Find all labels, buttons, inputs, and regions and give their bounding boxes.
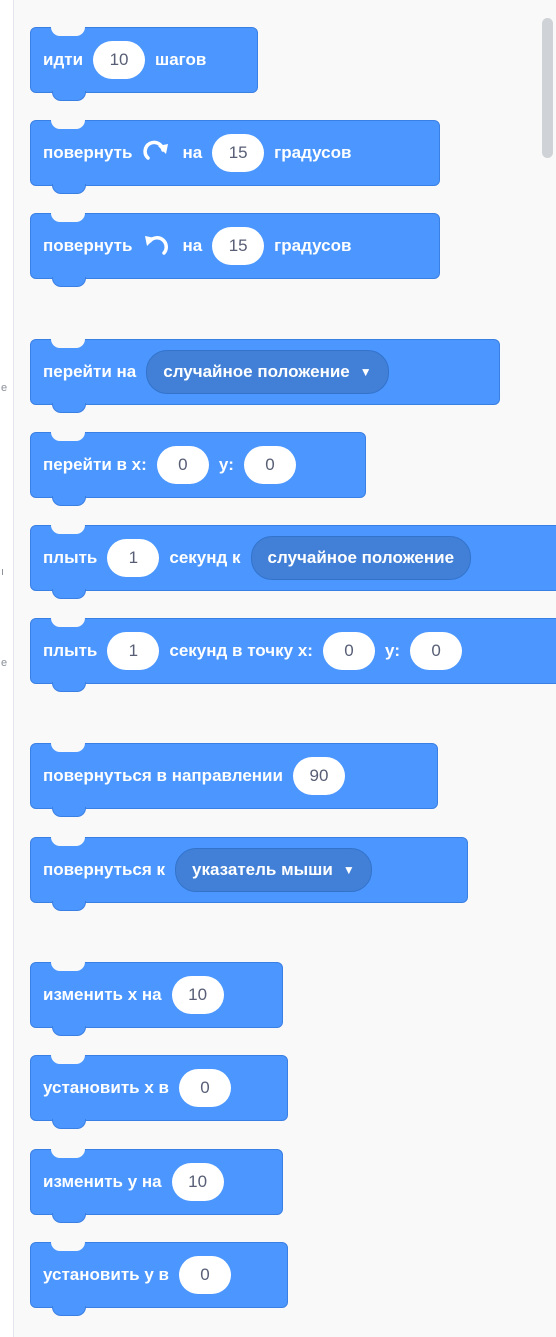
direction-input[interactable]: 90	[292, 757, 345, 795]
dropdown-value: случайное положение	[267, 548, 455, 567]
degrees-input[interactable]: 15	[212, 227, 265, 265]
dropdown-value: указатель мыши	[192, 860, 333, 879]
block-label: установить у в	[43, 1265, 169, 1284]
turn-right-block[interactable]: повернуть на 15 градусов	[30, 120, 440, 194]
left-panel-edge: е ı е	[0, 0, 14, 1337]
block-label: установить х в	[43, 1078, 169, 1097]
block-label: на	[182, 236, 203, 255]
block-label: y:	[384, 641, 401, 660]
block-label: повернуться к	[43, 860, 166, 879]
dropdown-arrow-icon: ▼	[342, 863, 355, 877]
seconds-input[interactable]: 1	[107, 632, 160, 670]
y-input[interactable]: 0	[410, 632, 463, 670]
x-input[interactable]: 0	[322, 632, 375, 670]
block-label: градусов	[274, 143, 352, 162]
change-x-block[interactable]: изменить х на 10	[30, 962, 283, 1036]
block-label: плыть	[43, 641, 98, 660]
seconds-input[interactable]: 1	[107, 539, 160, 577]
block-label: на	[182, 143, 203, 162]
change-y-block[interactable]: изменить у на 10	[30, 1149, 283, 1223]
set-y-input[interactable]: 0	[178, 1256, 231, 1294]
block-label: секунд в точку x:	[169, 641, 313, 660]
dropdown-value: случайное положение	[163, 362, 350, 381]
point-towards-block[interactable]: повернуться к указатель мыши ▼	[30, 837, 468, 911]
change-y-input[interactable]: 10	[171, 1163, 224, 1201]
y-input[interactable]: 0	[243, 446, 296, 484]
steps-input[interactable]: 10	[93, 41, 146, 79]
block-label: y:	[218, 455, 234, 474]
glide-xy-block[interactable]: плыть 1 секунд в точку x: 0 y: 0	[30, 618, 556, 692]
clipped-left-text: е	[1, 657, 8, 669]
block-label: повернуться в направлении	[43, 766, 283, 785]
block-label: плыть	[43, 548, 98, 567]
rotate-left-icon	[142, 233, 172, 259]
set-x-block[interactable]: установить х в 0	[30, 1055, 288, 1129]
block-label: идти	[43, 50, 84, 69]
block-label: шагов	[155, 50, 207, 69]
set-y-block[interactable]: установить у в 0	[30, 1242, 288, 1316]
glide-target-dropdown[interactable]: случайное положение	[250, 536, 472, 580]
blocks-palette: е ı е идти 10 шагов повернуть на 15 град…	[0, 0, 556, 1337]
goto-xy-block[interactable]: перейти в x: 0 y: 0	[30, 432, 366, 506]
block-label: перейти на	[43, 362, 137, 381]
block-label: перейти в x:	[43, 455, 147, 474]
clipped-left-text: е	[1, 382, 8, 394]
turn-left-block[interactable]: повернуть на 15 градусов	[30, 213, 440, 287]
x-input[interactable]: 0	[156, 446, 209, 484]
block-label: секунд к	[169, 548, 241, 567]
degrees-input[interactable]: 15	[212, 134, 265, 172]
block-label: повернуть	[43, 143, 133, 162]
clipped-left-text: ı	[1, 566, 5, 578]
dropdown-arrow-icon: ▼	[359, 365, 372, 379]
change-x-input[interactable]: 10	[171, 976, 224, 1014]
goto-menu-block[interactable]: перейти на случайное положение ▼	[30, 339, 500, 413]
set-x-input[interactable]: 0	[178, 1069, 231, 1107]
glide-menu-block[interactable]: плыть 1 секунд к случайное положение	[30, 525, 556, 599]
block-label: изменить у на	[43, 1172, 162, 1191]
move-steps-block[interactable]: идти 10 шагов	[30, 27, 258, 101]
block-label: градусов	[274, 236, 352, 255]
rotate-right-icon	[142, 140, 172, 166]
point-direction-block[interactable]: повернуться в направлении 90	[30, 743, 438, 817]
goto-target-dropdown[interactable]: случайное положение ▼	[146, 350, 389, 394]
palette-scrollbar[interactable]	[542, 18, 553, 158]
point-target-dropdown[interactable]: указатель мыши ▼	[175, 848, 372, 892]
block-label: изменить х на	[43, 985, 162, 1004]
block-label: повернуть	[43, 236, 133, 255]
